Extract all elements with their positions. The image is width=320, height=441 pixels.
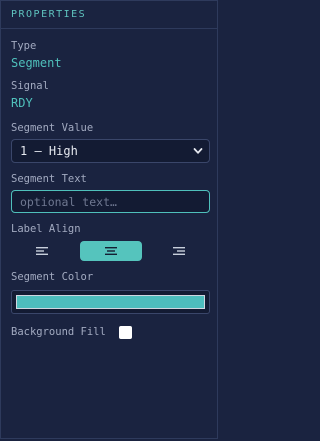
- label-align-group: [11, 241, 210, 261]
- background-fill-label: Background Fill: [11, 326, 106, 338]
- align-right-button[interactable]: [148, 241, 210, 261]
- label-align-label: Label Align: [11, 223, 81, 235]
- align-center-button[interactable]: [80, 241, 142, 261]
- properties-panel: PROPERTIES Type Segment Signal RDY Segme…: [0, 0, 218, 439]
- segment-text-input[interactable]: optional text…: [11, 190, 210, 213]
- segment-text-label: Segment Text: [11, 173, 87, 185]
- signal-label: Signal: [11, 80, 49, 92]
- segment-value-label: Segment Value: [11, 122, 94, 134]
- segment-color-label: Segment Color: [11, 271, 94, 283]
- chevron-down-icon: [193, 148, 203, 154]
- align-left-button[interactable]: [11, 241, 73, 261]
- signal-value: RDY: [11, 96, 33, 110]
- segment-color-swatch: [16, 295, 205, 309]
- align-right-icon: [173, 247, 185, 255]
- segment-text-placeholder: optional text…: [20, 195, 117, 209]
- type-value: Segment: [11, 56, 62, 70]
- background-fill-checkbox[interactable]: [119, 326, 132, 339]
- align-left-icon: [36, 247, 48, 255]
- segment-value-select[interactable]: 1 — High: [11, 139, 210, 163]
- panel-title: PROPERTIES: [1, 1, 217, 29]
- segment-value-selected: 1 — High: [20, 144, 78, 158]
- type-label: Type: [11, 40, 37, 52]
- align-center-icon: [105, 247, 117, 255]
- segment-color-picker[interactable]: [11, 290, 210, 314]
